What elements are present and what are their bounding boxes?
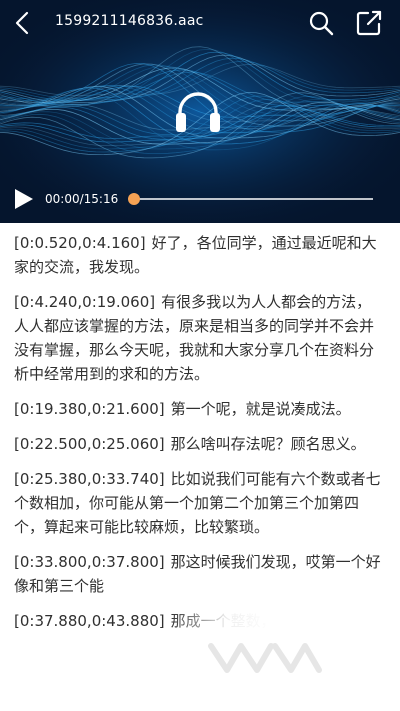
transcript-segment[interactable]: [0:0.520,0:4.160] 好了，各位同学，通过最近呢和大家的交流，我发现… bbox=[14, 231, 386, 279]
segment-text: 第一个呢，就是说凑成法。 bbox=[170, 400, 351, 418]
back-arrow-icon[interactable] bbox=[8, 8, 38, 38]
segment-timestamp: [0:0.520,0:4.160] bbox=[14, 234, 146, 252]
transcript-segment[interactable]: [0:25.380,0:33.740] 比如说我们可能有六个数或者七个数相加，你可… bbox=[14, 467, 386, 539]
progress-thumb[interactable] bbox=[128, 193, 140, 205]
segment-timestamp: [0:4.240,0:19.060] bbox=[14, 293, 156, 311]
transcript-segment[interactable]: [0:19.380,0:21.600] 第一个呢，就是说凑成法。 bbox=[14, 397, 386, 421]
playback-time: 00:00/15:16 bbox=[45, 192, 119, 206]
segment-timestamp: [0:33.800,0:37.800] bbox=[14, 553, 165, 571]
play-icon[interactable] bbox=[12, 188, 34, 210]
transcript-segment[interactable]: [0:4.240,0:19.060] 有很多我以为人人都会的方法，人人都应该掌握的… bbox=[14, 290, 386, 386]
transcript-segment[interactable]: [0:22.500,0:25.060] 那么啥叫存法呢？顾名思义。 bbox=[14, 432, 386, 456]
headphones-icon bbox=[176, 92, 220, 132]
segment-timestamp: [0:25.380,0:33.740] bbox=[14, 470, 165, 488]
transcript-segment[interactable]: [0:37.880,0:43.880] 那成一个整数，那么这时 bbox=[14, 609, 386, 633]
segment-timestamp: [0:19.380,0:21.600] bbox=[14, 400, 165, 418]
share-icon[interactable] bbox=[355, 9, 383, 37]
transcript-segment[interactable]: [0:33.800,0:37.800] 那这时候我们发现，哎第一个好像和第三个能 bbox=[14, 550, 386, 598]
top-bar: 1599211146836.aac bbox=[0, 0, 400, 48]
playback-controls: 00:00/15:16 bbox=[0, 184, 400, 214]
segment-text: 那成一个整数，那么这时 bbox=[170, 612, 336, 630]
progress-track[interactable] bbox=[133, 198, 373, 200]
watermark-logo bbox=[208, 643, 322, 673]
segment-text: 那么啥叫存法呢？顾名思义。 bbox=[170, 435, 366, 453]
file-name-title: 1599211146836.aac bbox=[55, 13, 204, 29]
segment-timestamp: [0:22.500,0:25.060] bbox=[14, 435, 165, 453]
search-icon[interactable] bbox=[307, 9, 335, 37]
segment-timestamp: [0:37.880,0:43.880] bbox=[14, 612, 165, 630]
transcript-list: [0:0.520,0:4.160] 好了，各位同学，通过最近呢和大家的交流，我发现… bbox=[0, 223, 400, 711]
audio-player: 1599211146836.aac 00:00/15:16 bbox=[0, 0, 400, 223]
